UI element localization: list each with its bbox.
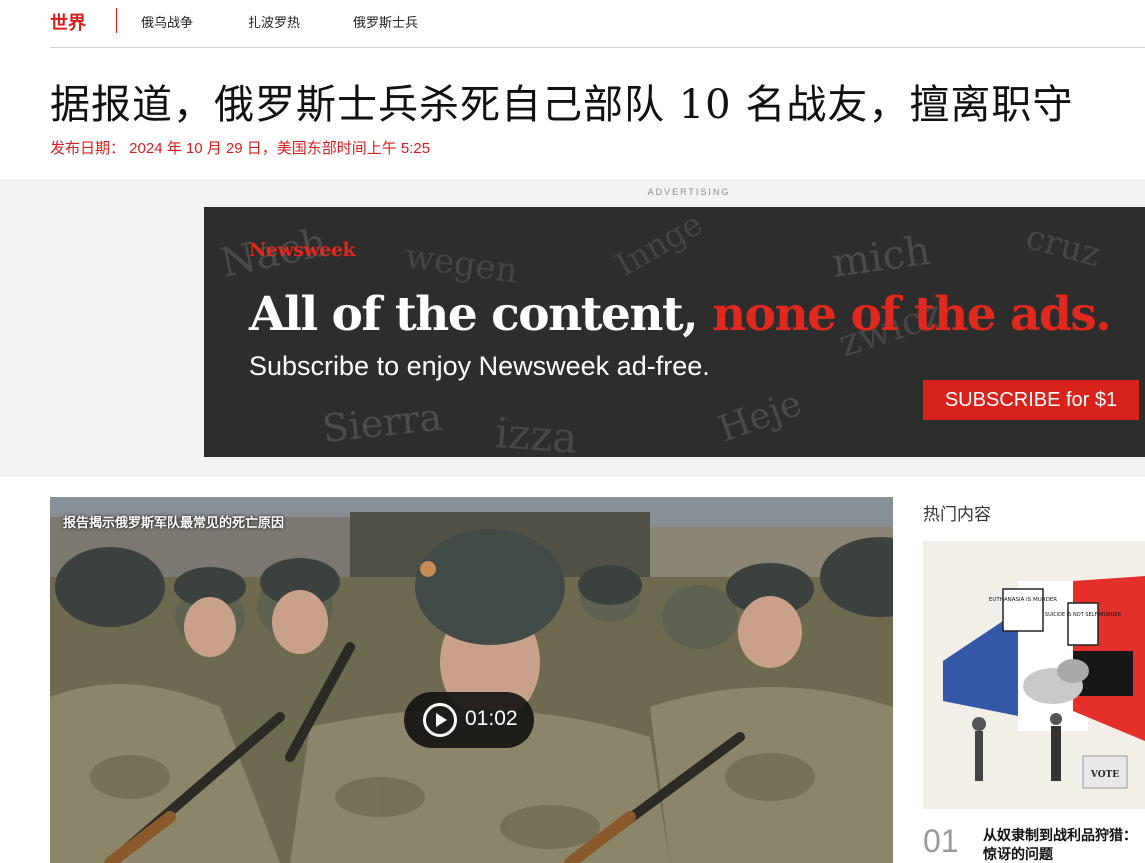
ad-headline-red: none of the ads.: [711, 287, 1112, 342]
video-duration: 01:02: [465, 707, 518, 730]
nav-divider: [116, 8, 117, 33]
trending-title: 热门内容: [923, 505, 991, 524]
section-label[interactable]: 世界: [50, 9, 86, 35]
nav-link-zaporizhzhia[interactable]: 扎波罗热: [248, 12, 300, 31]
ad-label: ADVERTISING: [647, 187, 731, 197]
svg-text:VOTE: VOTE: [1090, 770, 1119, 780]
play-button[interactable]: 01:02: [404, 692, 534, 748]
play-circle-icon: [423, 703, 457, 737]
nav-link-russian-soldiers[interactable]: 俄罗斯士兵: [353, 12, 418, 31]
ad-container: ADVERTISING Nach wegen Sierra izza Heje …: [0, 179, 1145, 477]
ad-headline: All of the content, none of the ads.: [249, 287, 1112, 342]
newsweek-logo: Newsweek: [249, 239, 356, 261]
svg-text:izza: izza: [493, 408, 579, 457]
publish-date: 发布日期： 2024 年 10 月 29 日，美国东部时间上午 5:25: [50, 140, 431, 157]
video-thumbnail: [50, 497, 893, 863]
article-headline: 据报道，俄罗斯士兵杀死自己部队 10 名战友，擅离职守: [50, 82, 1074, 128]
ad-banner[interactable]: Nach wegen Sierra izza Heje zwicz cruz m…: [204, 207, 1145, 457]
top-nav: 世界 俄乌战争 扎波罗热 俄罗斯士兵: [50, 0, 1145, 48]
ad-subline: Subscribe to enjoy Newsweek ad-free.: [249, 351, 710, 381]
subscribe-button[interactable]: SUBSCRIBE for $1: [923, 380, 1139, 420]
protest-collage-illustration: EUTHANASIA IS MURDER SUICIDE IS NOT SELF…: [923, 541, 1145, 809]
trending-headline[interactable]: 从奴隶制到战利品狩猎：惊讶的问题: [983, 826, 1145, 863]
ad-headline-white: All of the content,: [249, 287, 712, 342]
trending-image[interactable]: EUTHANASIA IS MURDER SUICIDE IS NOT SELF…: [923, 541, 1145, 809]
svg-text:SUICIDE IS NOT SELF-MURDER: SUICIDE IS NOT SELF-MURDER: [1045, 612, 1122, 618]
video-title: 报告揭示俄罗斯军队最常见的死亡原因: [63, 515, 285, 530]
video-player[interactable]: 报告揭示俄罗斯军队最常见的死亡原因 01:02: [50, 497, 893, 863]
trending-rank: 01: [923, 823, 959, 859]
svg-text:EUTHANASIA IS MURDER: EUTHANASIA IS MURDER: [989, 597, 1057, 603]
nav-link-russia-ukraine-war[interactable]: 俄乌战争: [141, 12, 193, 31]
